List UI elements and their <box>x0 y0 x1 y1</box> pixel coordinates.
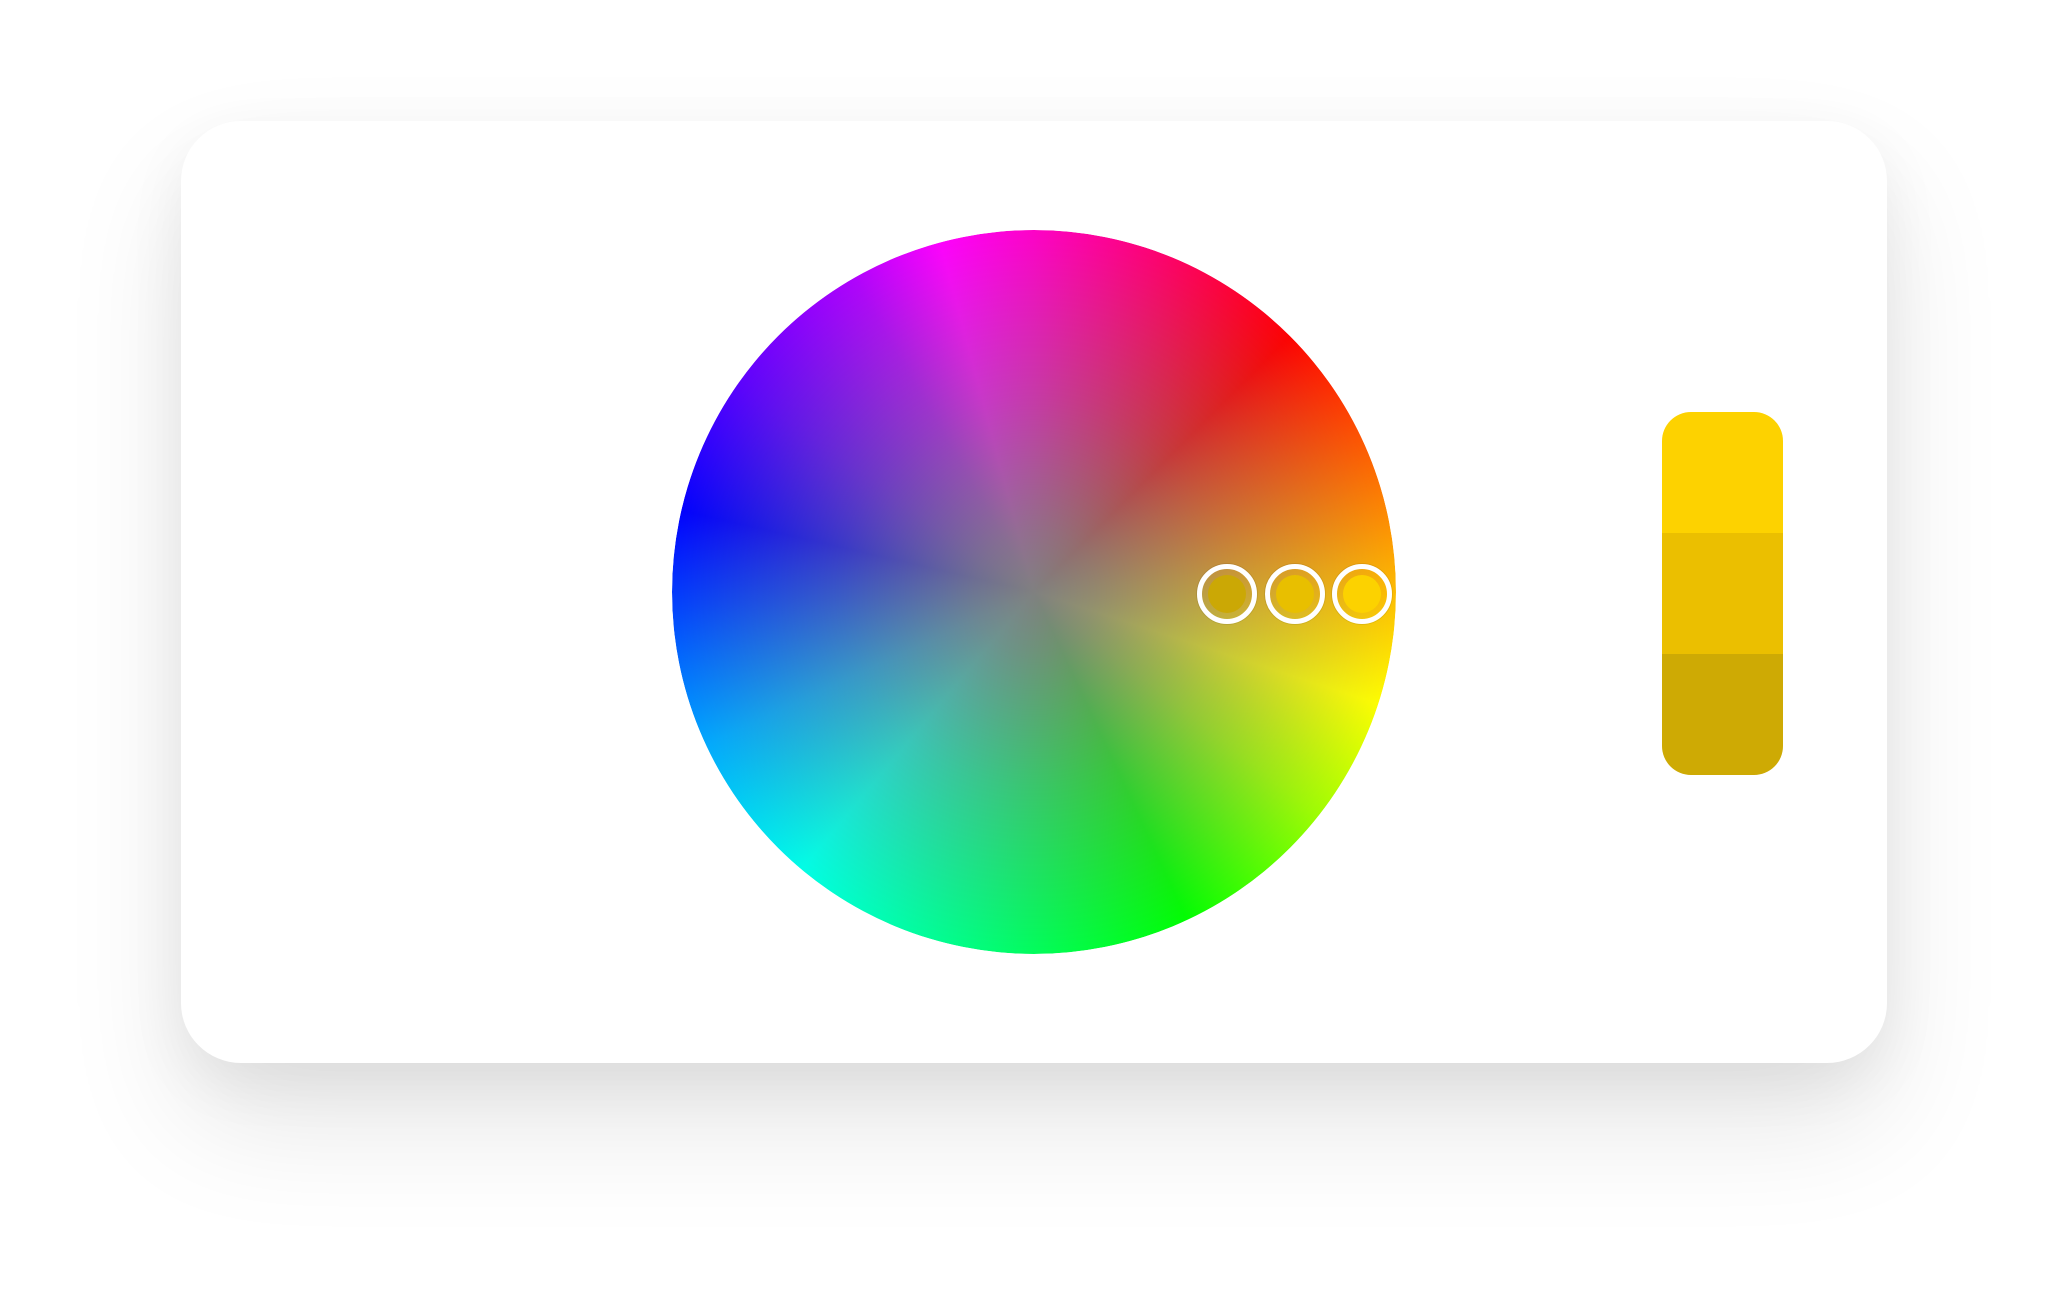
color-handle-swatch <box>1343 575 1381 613</box>
color-handle[interactable] <box>1265 564 1325 624</box>
palette-swatch[interactable] <box>1662 533 1783 654</box>
color-handle-swatch <box>1208 575 1246 613</box>
palette-swatch[interactable] <box>1662 654 1783 775</box>
color-handle-swatch <box>1276 575 1314 613</box>
palette-swatches <box>1662 412 1783 775</box>
color-handle[interactable] <box>1197 564 1257 624</box>
color-handle[interactable] <box>1332 564 1392 624</box>
color-picker-stage <box>0 0 2060 1296</box>
palette-swatch[interactable] <box>1662 412 1783 533</box>
